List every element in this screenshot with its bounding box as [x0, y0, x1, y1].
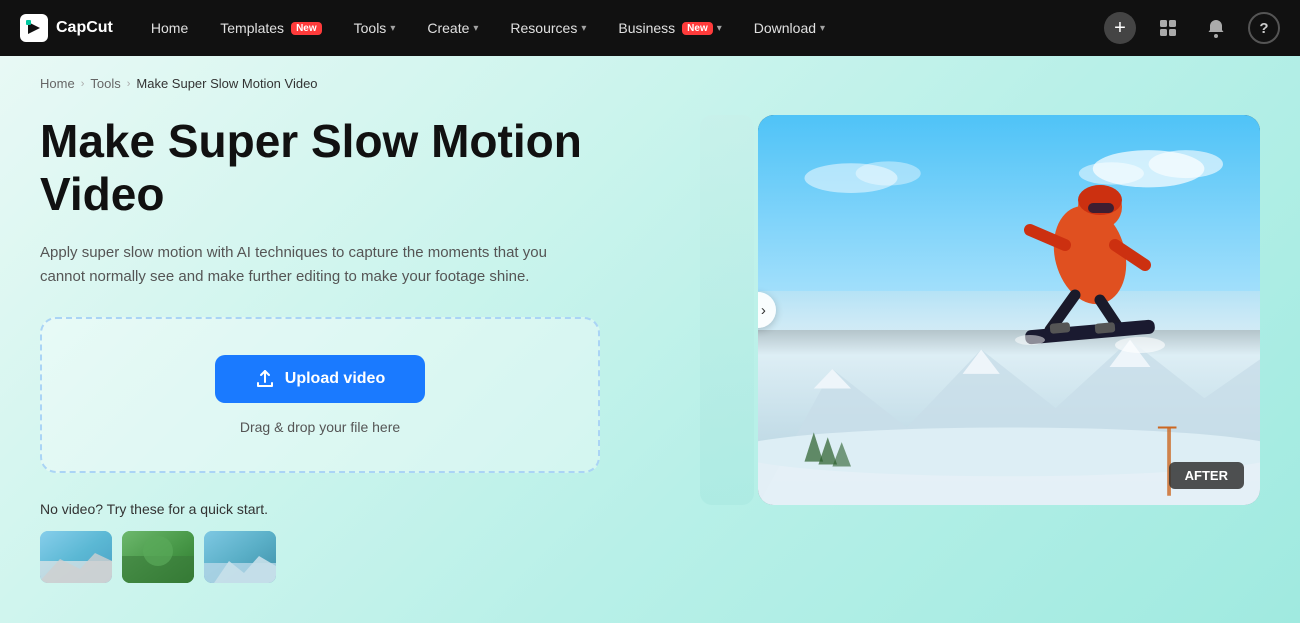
- breadcrumb-tools[interactable]: Tools: [90, 76, 120, 91]
- upload-button[interactable]: Upload video: [215, 355, 425, 403]
- upload-icon: [255, 369, 275, 389]
- quick-thumb-1[interactable]: [40, 531, 112, 583]
- snowboarder-figure: [980, 145, 1180, 375]
- nav-business[interactable]: Business New ▾: [616, 16, 723, 40]
- help-button[interactable]: ?: [1248, 12, 1280, 44]
- page-content: Home › Tools › Make Super Slow Motion Vi…: [0, 56, 1300, 623]
- nav-create[interactable]: Create ▾: [425, 16, 480, 40]
- nav-home[interactable]: Home: [149, 16, 190, 40]
- hero-section: Make Super Slow Motion Video Apply super…: [40, 115, 1260, 583]
- quick-thumb-3[interactable]: [204, 531, 276, 583]
- quick-thumb-2[interactable]: [122, 531, 194, 583]
- breadcrumb-sep-1: ›: [81, 78, 85, 90]
- breadcrumb-current: Make Super Slow Motion Video: [136, 76, 317, 91]
- hero-left: Make Super Slow Motion Video Apply super…: [40, 115, 660, 583]
- upload-dropzone[interactable]: Upload video Drag & drop your file here: [40, 317, 600, 473]
- logo-text: CapCut: [56, 19, 113, 37]
- dashboard-button[interactable]: [1152, 12, 1184, 44]
- hero-right: ‹ › AFTER: [700, 115, 1260, 505]
- resources-chevron: ▾: [581, 23, 586, 34]
- breadcrumb-sep-2: ›: [127, 78, 131, 90]
- logo[interactable]: CapCut: [20, 14, 113, 42]
- templates-badge: New: [291, 22, 322, 35]
- nav-arrow-icon: ‹ ›: [758, 302, 766, 319]
- preview-left-strip: [700, 115, 754, 505]
- after-badge: AFTER: [1169, 462, 1244, 489]
- nav-download[interactable]: Download ▾: [752, 16, 827, 40]
- create-chevron: ▾: [473, 23, 478, 34]
- create-new-button[interactable]: +: [1104, 12, 1136, 44]
- page-title: Make Super Slow Motion Video: [40, 115, 660, 221]
- nav-templates[interactable]: Templates New: [218, 16, 323, 40]
- quick-start-label: No video? Try these for a quick start.: [40, 501, 660, 517]
- quick-start-thumbnails: [40, 531, 660, 583]
- download-chevron: ▾: [820, 23, 825, 34]
- main-nav: CapCut Home Templates New Tools ▾ Create…: [0, 0, 1300, 56]
- drag-drop-hint: Drag & drop your file here: [240, 419, 400, 435]
- business-badge: New: [682, 22, 713, 35]
- business-chevron: ▾: [717, 23, 722, 34]
- nav-resources[interactable]: Resources ▾: [508, 16, 588, 40]
- breadcrumb-home[interactable]: Home: [40, 76, 75, 91]
- notifications-button[interactable]: [1200, 12, 1232, 44]
- tools-chevron: ▾: [390, 23, 395, 34]
- breadcrumb: Home › Tools › Make Super Slow Motion Vi…: [40, 76, 1260, 91]
- nav-tools[interactable]: Tools ▾: [352, 16, 398, 40]
- nav-right-controls: + ?: [1104, 12, 1280, 44]
- video-preview: ‹ › AFTER: [758, 115, 1260, 505]
- hero-description: Apply super slow motion with AI techniqu…: [40, 241, 570, 289]
